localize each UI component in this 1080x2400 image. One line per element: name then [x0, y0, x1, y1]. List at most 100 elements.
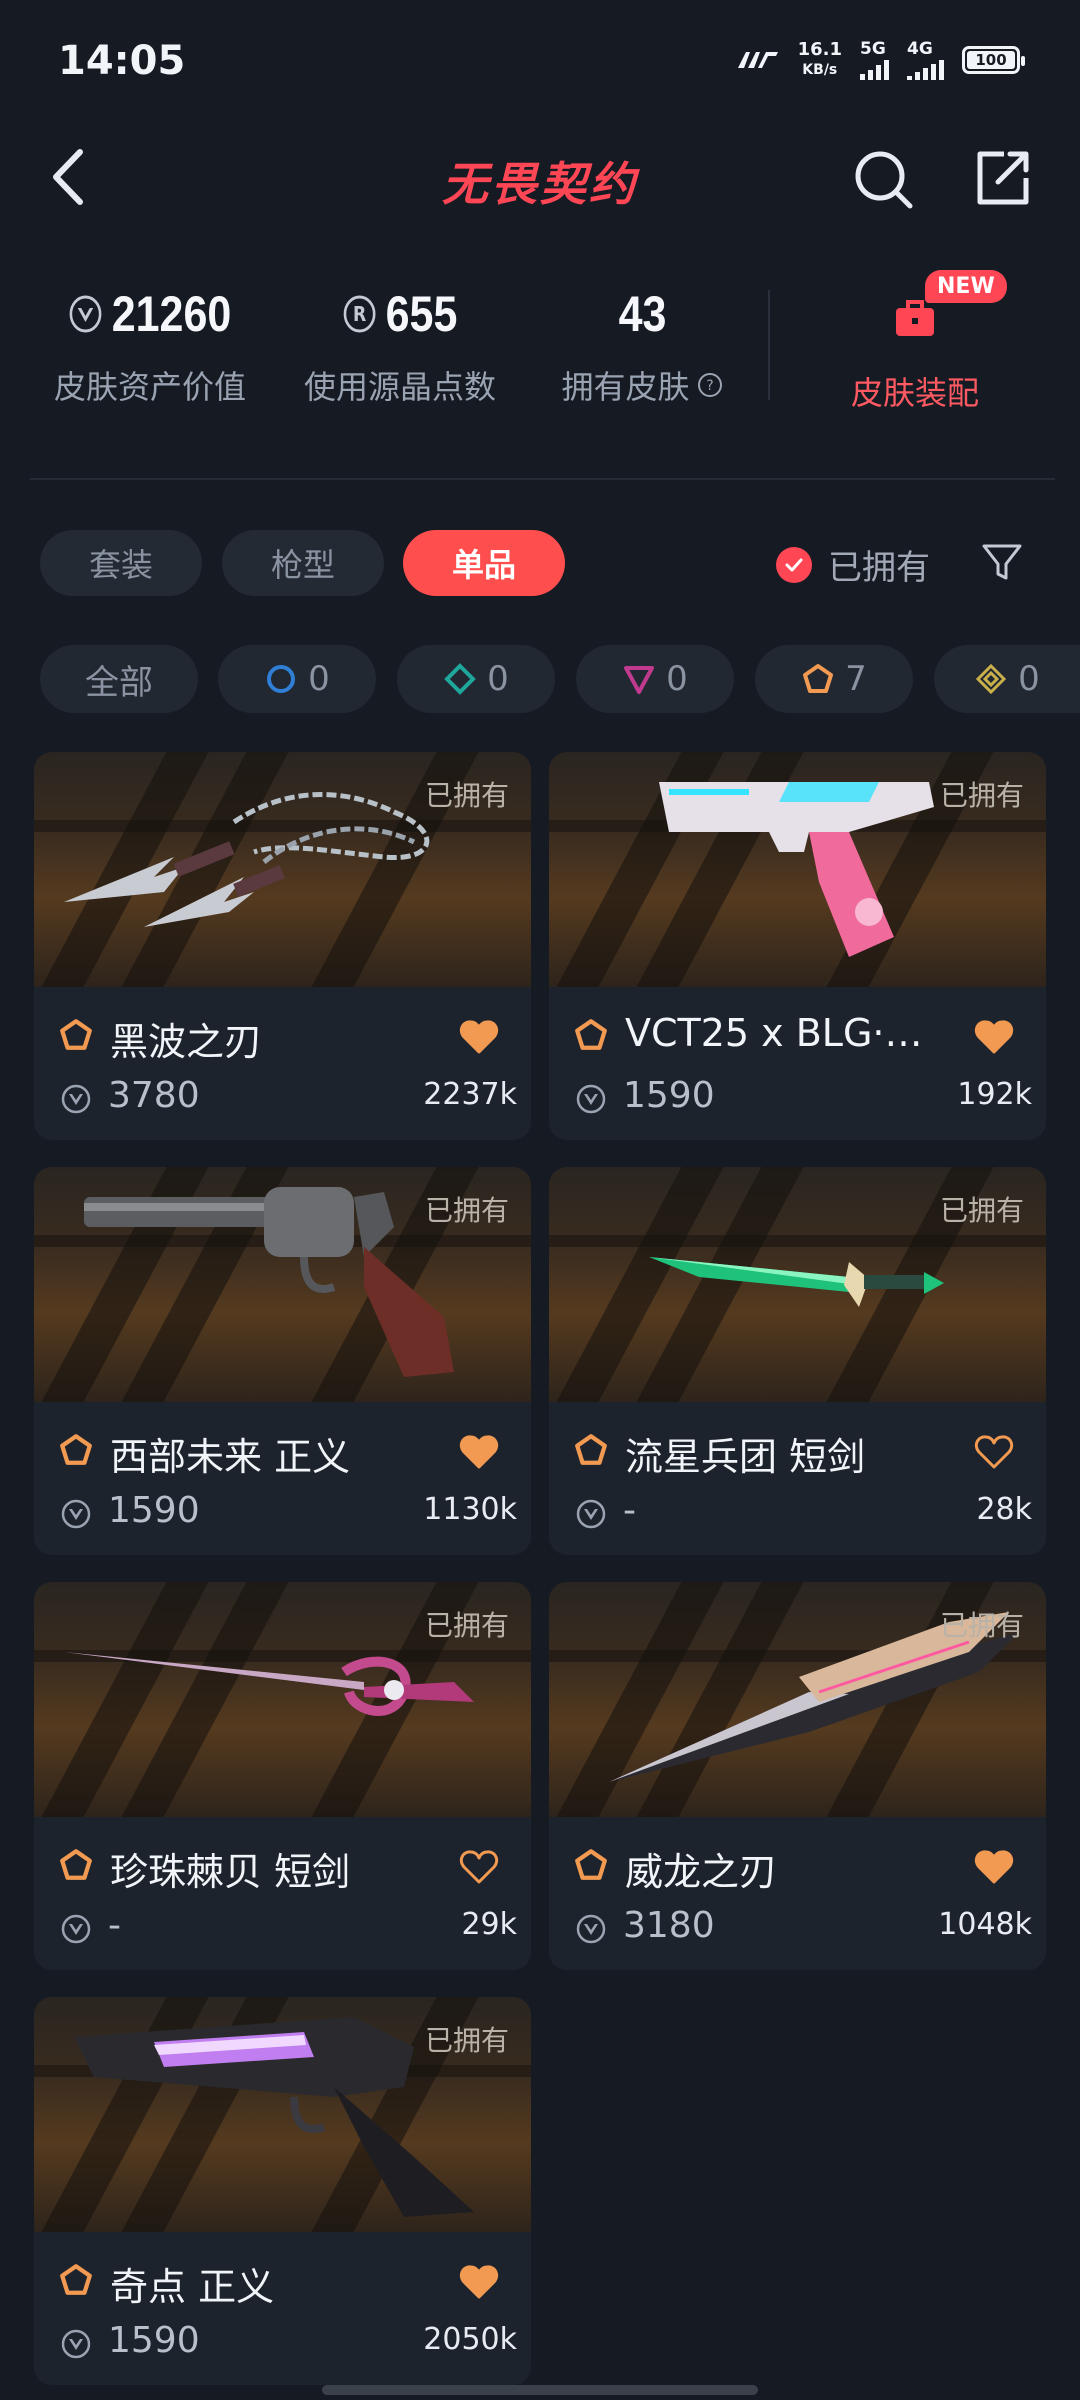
like-count: 29k	[461, 1907, 517, 1942]
owned-tag: 已拥有	[939, 1609, 1024, 1642]
tier-chip-exclusive[interactable]: 7	[755, 645, 913, 713]
stat-points[interactable]: R 655 使用源晶点数	[290, 282, 510, 408]
skin-card[interactable]: 已拥有 奇点 正义 1590 2050k	[34, 1997, 531, 2385]
skin-price: 1590	[623, 1075, 715, 1116]
share-icon[interactable]	[970, 144, 1036, 210]
nav-bar: 无畏契约	[0, 120, 1080, 240]
signal-bars-icon	[907, 58, 944, 80]
signal-bars-icon	[860, 58, 889, 80]
owned-tag: 已拥有	[424, 1609, 509, 1642]
status-bar: 14:05 16.1 KB/s 5G 4G 100	[0, 0, 1080, 120]
skin-price: 1590	[108, 2320, 200, 2361]
skin-name: VCT25 x BLG·…	[625, 1011, 923, 1055]
skin-price: -	[623, 1490, 636, 1531]
valorant-points-icon	[576, 1914, 606, 1944]
skin-card[interactable]: 已拥有 流星兵团 短剑 - 28k	[549, 1167, 1046, 1555]
owned-tag: 已拥有	[939, 779, 1024, 812]
network-speed: 16.1 KB/s	[797, 39, 842, 79]
filter-icon[interactable]	[980, 540, 1024, 584]
like-count: 2237k	[423, 1077, 517, 1112]
tier-exclusive-icon	[60, 2264, 92, 2295]
heart-icon[interactable]	[459, 1019, 499, 1055]
like-count: 1130k	[423, 1492, 517, 1527]
valorant-points-icon	[61, 1914, 91, 1944]
skin-image: 已拥有	[549, 752, 1046, 987]
tier-chip-ultra[interactable]: 0	[934, 645, 1080, 713]
owned-filter-toggle[interactable]: 已拥有	[776, 540, 930, 589]
tab-weapon-type[interactable]: 枪型	[222, 530, 384, 596]
tab-single-item[interactable]: 单品	[403, 530, 565, 596]
radianite-icon: R	[343, 295, 376, 333]
home-indicator[interactable]	[322, 2385, 758, 2395]
tier-deluxe-icon	[444, 663, 477, 695]
battery-icon: 100	[962, 46, 1025, 74]
skin-image: 已拥有	[34, 1582, 531, 1817]
heart-icon[interactable]	[459, 1849, 499, 1885]
skin-card[interactable]: 已拥有 黑波之刃 3780 2237k	[34, 752, 531, 1140]
skin-card[interactable]: 已拥有 VCT25 x BLG·… 1590 192k	[549, 752, 1046, 1140]
status-time: 14:05	[58, 38, 186, 84]
tier-exclusive-icon	[60, 1434, 92, 1465]
skin-price: 3780	[108, 1075, 200, 1116]
stat-asset-value[interactable]: 21260 皮肤资产价值	[40, 282, 260, 408]
outfit-button[interactable]: NEW 皮肤装配	[800, 270, 1030, 414]
skin-image: 已拥有	[34, 1167, 531, 1402]
skin-name: 西部未来 正义	[110, 1435, 351, 1479]
valorant-points-icon	[61, 1499, 91, 1529]
skin-image: 已拥有	[34, 752, 531, 987]
skin-name: 威龙之刃	[625, 1850, 778, 1894]
tier-exclusive-icon	[60, 1019, 92, 1050]
skin-card[interactable]: 已拥有 威龙之刃 3180 1048k	[549, 1582, 1046, 1970]
skin-image: 已拥有	[549, 1167, 1046, 1402]
valorant-points-icon	[576, 1084, 606, 1114]
tab-set[interactable]: 套装	[40, 530, 202, 596]
stat-owned-skins[interactable]: 43 拥有皮肤 ?	[545, 282, 740, 408]
tier-ultra-icon	[976, 663, 1007, 695]
svg-text:?: ?	[706, 378, 713, 394]
heart-icon[interactable]	[459, 1434, 499, 1470]
owned-tag: 已拥有	[424, 1194, 509, 1227]
new-badge: NEW	[925, 270, 1007, 303]
heart-icon[interactable]	[974, 1434, 1014, 1470]
skin-name: 奇点 正义	[110, 2265, 275, 2309]
valorant-points-icon	[61, 2329, 91, 2359]
heart-icon[interactable]	[974, 1019, 1014, 1055]
search-icon[interactable]	[850, 146, 916, 212]
help-icon[interactable]: ?	[696, 371, 724, 399]
skin-image: 已拥有	[34, 1997, 531, 2232]
heart-icon[interactable]	[974, 1849, 1014, 1885]
owned-tag: 已拥有	[939, 1194, 1024, 1227]
skin-card[interactable]: 已拥有 珍珠棘贝 短剑 - 29k	[34, 1582, 531, 1970]
page-title: 无畏契约	[442, 157, 638, 211]
valorant-points-icon	[69, 295, 102, 333]
skin-name: 黑波之刃	[110, 1020, 263, 1064]
divider	[768, 290, 770, 400]
svg-text:R: R	[353, 304, 366, 327]
tier-exclusive-icon	[575, 1019, 607, 1050]
valorant-points-icon	[576, 1499, 606, 1529]
tier-chip-deluxe[interactable]: 0	[397, 645, 555, 713]
tier-premium-icon	[624, 666, 655, 694]
skin-image: 已拥有	[549, 1582, 1046, 1817]
status-indicators: 16.1 KB/s 5G 4G 100	[736, 39, 1025, 80]
like-count: 1048k	[938, 1907, 1032, 1942]
owned-tag: 已拥有	[424, 2024, 509, 2057]
tier-chip-all[interactable]: 全部	[40, 645, 198, 713]
tier-chip-select[interactable]: 0	[218, 645, 376, 713]
like-count: 28k	[976, 1492, 1032, 1527]
tier-select-icon	[267, 665, 296, 693]
skin-card[interactable]: 已拥有 西部未来 正义 1590 1130k	[34, 1167, 531, 1555]
stats-panel: 21260 皮肤资产价值 R 655 使用源晶点数 43 拥有皮肤 ? NEW	[0, 270, 1080, 440]
valorant-points-icon	[61, 1084, 91, 1114]
skin-name: 流星兵团 短剑	[625, 1435, 866, 1479]
skin-name: 珍珠棘贝 短剑	[110, 1850, 351, 1894]
skin-price: 3180	[623, 1905, 715, 1946]
app-logo-icon	[737, 52, 778, 68]
signal-4g: 4G	[907, 40, 944, 80]
like-count: 2050k	[423, 2322, 517, 2357]
tier-chip-premium[interactable]: 0	[576, 645, 734, 713]
signal-5g: 5G	[860, 40, 889, 80]
skin-price: -	[108, 1905, 121, 1946]
heart-icon[interactable]	[459, 2264, 499, 2300]
tier-exclusive-icon	[803, 664, 834, 693]
